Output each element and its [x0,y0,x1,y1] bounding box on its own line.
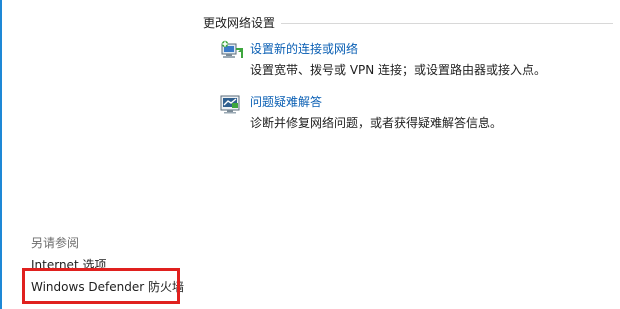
window-left-border [0,0,2,309]
highlight-annotation-box [22,268,180,304]
section-title: 更改网络设置 [203,15,276,30]
network-sharing-center-pane: 更改网络设置 设置新的连接或网络 设置宽带、拨号或 VPN 连接；或设置路由器或… [0,0,620,309]
troubleshoot-description: 诊断并修复网络问题，或者获得疑难解答信息。 [250,116,503,130]
see-also-title: 另请参阅 [31,236,80,250]
setup-connection-link[interactable]: 设置新的连接或网络 [250,40,358,57]
section-divider [281,23,613,24]
change-network-settings-header: 更改网络设置 [203,14,613,30]
setup-connection-description: 设置宽带、拨号或 VPN 连接；或设置路由器或接入点。 [250,63,547,77]
troubleshoot-icon[interactable] [218,93,244,115]
troubleshoot-link[interactable]: 问题疑难解答 [250,93,322,110]
task-setup-connection: 设置新的连接或网络 设置宽带、拨号或 VPN 连接；或设置路由器或接入点。 [218,40,608,80]
task-troubleshoot: 问题疑难解答 诊断并修复网络问题，或者获得疑难解答信息。 [218,93,608,133]
network-setup-icon[interactable] [218,40,244,62]
